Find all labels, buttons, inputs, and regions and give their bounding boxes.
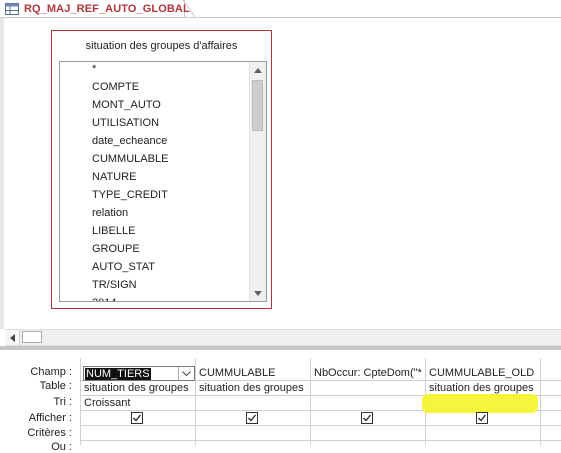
scroll-left-icon[interactable] xyxy=(5,330,20,345)
field-item[interactable]: date_echeance xyxy=(92,135,167,147)
grid-line xyxy=(310,358,311,445)
row-label-criteres: Critères : xyxy=(27,427,72,439)
field-item[interactable]: AUTO_STAT xyxy=(92,261,155,273)
highlighter-mark xyxy=(422,394,538,413)
document-tab-strip: RQ_MAJ_REF_AUTO_GLOBAL xyxy=(0,0,561,18)
show-checkbox[interactable] xyxy=(246,412,258,424)
field-list-scrollbar[interactable] xyxy=(249,62,266,301)
field-item[interactable]: TYPE_CREDIT xyxy=(92,189,168,201)
row-label-tri: Tri : xyxy=(53,396,72,408)
checkmark-icon xyxy=(363,414,372,422)
field-cell[interactable]: NbOccur: CpteDom("* xyxy=(314,367,424,379)
table-design-pane: situation des groupes d'affaires * COMPT… xyxy=(0,18,561,329)
row-label-table: Table : xyxy=(39,380,72,392)
field-item[interactable]: TR/SIGN xyxy=(92,279,137,291)
field-cell[interactable]: CUMMULABLE xyxy=(199,367,307,379)
field-item[interactable]: 2014 xyxy=(92,297,116,301)
chevron-down-icon[interactable] xyxy=(178,367,194,380)
field-item[interactable]: NATURE xyxy=(92,171,136,183)
tab-title: RQ_MAJ_REF_AUTO_GLOBAL xyxy=(24,2,190,15)
field-item[interactable]: LIBELLE xyxy=(92,225,135,237)
field-item[interactable]: * xyxy=(92,63,96,75)
table-cell[interactable]: situation des groupes xyxy=(199,382,309,394)
grid-line xyxy=(80,425,561,426)
grid-line xyxy=(195,358,196,445)
checkmark-icon xyxy=(133,414,142,422)
field-item[interactable]: MONT_AUTO xyxy=(92,99,161,111)
table-cell[interactable]: situation des groupes xyxy=(84,382,194,394)
show-checkbox[interactable] xyxy=(476,412,488,424)
show-checkbox[interactable] xyxy=(131,412,143,424)
field-value: NUM_TIERS xyxy=(85,368,151,380)
field-item[interactable]: UTILISATION xyxy=(92,117,159,129)
show-checkbox[interactable] xyxy=(361,412,373,424)
field-item[interactable]: GROUPE xyxy=(92,243,140,255)
table-cell[interactable]: situation des groupes xyxy=(429,382,539,394)
pane-left-edge xyxy=(0,18,4,329)
hscrollbar-thumb[interactable] xyxy=(22,331,42,343)
field-item[interactable]: CUMMULABLE xyxy=(92,153,168,165)
sort-cell[interactable]: Croissant xyxy=(84,397,194,409)
scrollbar-thumb[interactable] xyxy=(252,80,263,131)
design-pane-hscrollbar[interactable] xyxy=(5,329,561,346)
tab-edge xyxy=(183,0,195,17)
grid-line xyxy=(80,358,81,445)
grid-line xyxy=(540,358,541,445)
scroll-up-icon[interactable] xyxy=(250,62,266,78)
row-label-ou: Ou : xyxy=(51,441,72,453)
field-cell[interactable]: CUMMULABLE_OLD xyxy=(429,367,539,379)
table-title: situation des groupes d'affaires xyxy=(85,40,238,52)
query-tab[interactable]: RQ_MAJ_REF_AUTO_GLOBAL xyxy=(0,0,190,17)
row-label-afficher: Afficher : xyxy=(28,412,72,424)
field-item[interactable]: COMPTE xyxy=(92,81,139,93)
table-field-list-window[interactable]: situation des groupes d'affaires * COMPT… xyxy=(51,30,272,309)
grid-line xyxy=(80,440,561,441)
query-icon xyxy=(5,2,19,15)
field-select-num-tiers[interactable]: NUM_TIERS xyxy=(83,366,195,381)
row-label-champ: Champ : xyxy=(30,366,72,378)
scroll-down-icon[interactable] xyxy=(250,285,266,301)
field-item[interactable]: relation xyxy=(92,207,128,219)
checkmark-icon xyxy=(478,414,487,422)
field-list[interactable]: * COMPTE MONT_AUTO UTILISATION date_eche… xyxy=(59,61,267,302)
checkmark-icon xyxy=(248,414,257,422)
